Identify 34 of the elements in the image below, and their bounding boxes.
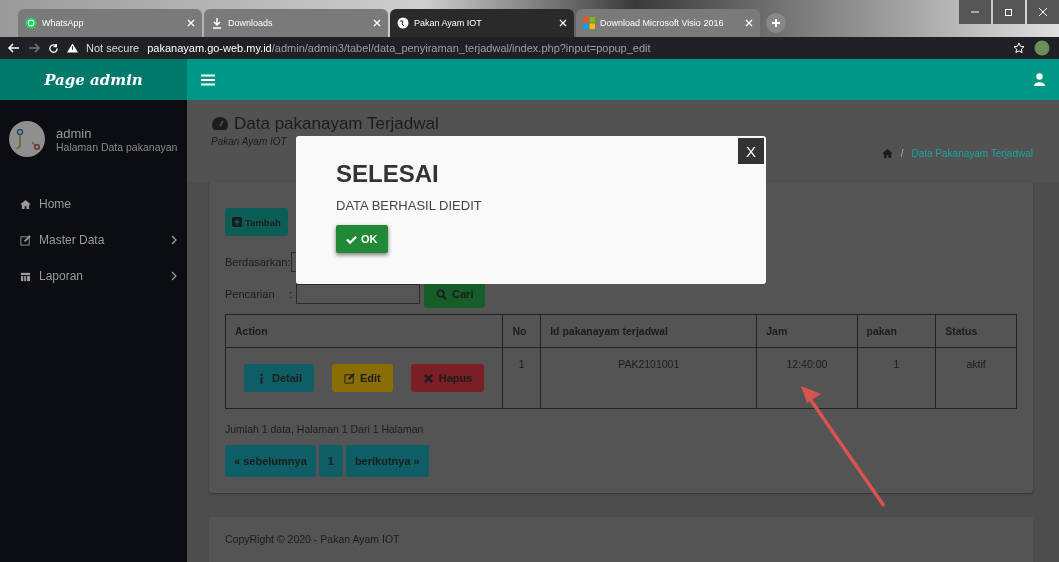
url-field[interactable]: pakanayam.go-web.my.id/admin/admin3/tabel/data_penyiraman_terjadwal/index.php?input=popup_edit xyxy=(147,42,651,54)
browser-tab[interactable]: Downloads xyxy=(204,9,388,37)
sidebar-item[interactable]: Laporan xyxy=(8,258,187,294)
column-header: pakan xyxy=(857,314,936,348)
column-header: Id pakanayam terjadwal xyxy=(540,314,757,348)
browser-tab[interactable]: WhatsApp xyxy=(18,9,202,37)
security-label[interactable]: Not secure xyxy=(86,42,140,54)
edit-button[interactable]: Edit xyxy=(331,364,393,392)
browser-tab[interactable]: Download Microsoft Visio 2016 xyxy=(576,9,760,37)
user-subtitle: Halaman Data pakanayan xyxy=(56,140,178,153)
brand-title: Page admin xyxy=(0,59,187,100)
user-name: admin xyxy=(56,125,93,141)
detail-button[interactable]: Detail xyxy=(244,364,314,392)
browser-tab[interactable]: Pakan Ayam IOT xyxy=(390,9,574,37)
breadcrumb-separator: / xyxy=(900,147,904,159)
pagination-button[interactable]: « sebelumnya xyxy=(225,445,316,477)
filter-label: Berdasarkan: xyxy=(225,256,291,268)
dialog-title: SELESAI xyxy=(336,160,440,188)
dialog-message: DATA BERHASIL DIEDIT xyxy=(336,198,483,213)
colon-label: : xyxy=(289,288,293,300)
sidebar-item[interactable]: Home xyxy=(8,186,187,222)
column-header: Action xyxy=(225,314,503,348)
column-header: Jam xyxy=(756,314,857,348)
search-label: Pencarian xyxy=(225,288,276,300)
sidebar-item[interactable]: Master Data xyxy=(8,222,187,258)
pagination-button[interactable]: 1 xyxy=(318,445,343,477)
close-button[interactable]: X xyxy=(738,138,764,164)
column-header: Status xyxy=(935,314,1017,348)
add-button[interactable]: Tambah xyxy=(225,208,288,236)
table-cell: PAK2101001 xyxy=(540,347,757,409)
pagination-button[interactable]: berikutnya » xyxy=(345,445,429,477)
breadcrumb-link[interactable]: Data Pakanayam Terjadwal xyxy=(911,147,1033,159)
column-header: No xyxy=(502,314,541,348)
ok-button[interactable]: OK xyxy=(336,225,388,253)
